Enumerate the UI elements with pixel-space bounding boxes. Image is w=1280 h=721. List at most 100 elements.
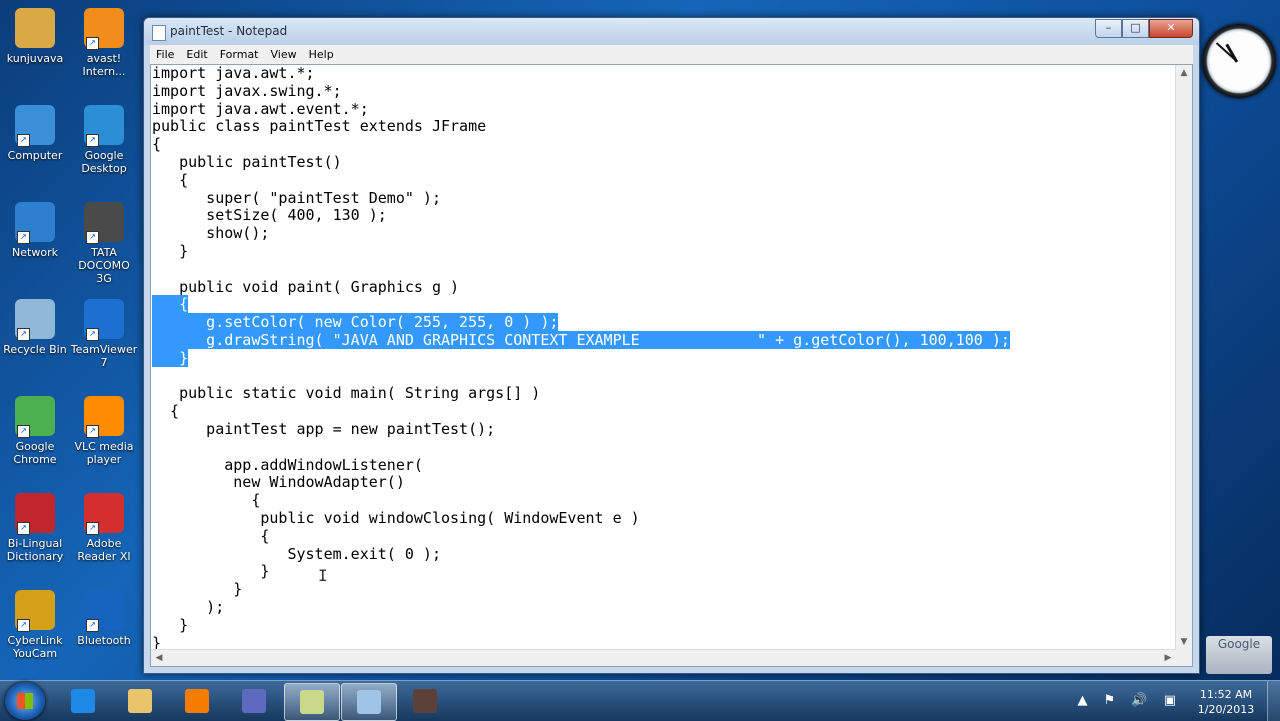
internet-explorer-icon	[71, 689, 95, 713]
app-icon: ↗	[84, 8, 124, 50]
desktop-icon-label: VLC media player	[74, 440, 134, 466]
menu-format[interactable]: Format	[214, 48, 265, 61]
maximize-button[interactable]: □	[1122, 19, 1149, 38]
desktop-icon-adobe-reader-xi[interactable]: ↗ Adobe Reader XI	[69, 493, 139, 563]
code-line: }	[152, 580, 1010, 599]
media-player-icon	[185, 689, 209, 713]
code-line: setSize( 400, 130 );	[152, 206, 1010, 225]
menu-file[interactable]: File	[150, 48, 180, 61]
app-icon: ↗	[84, 493, 124, 535]
code-text[interactable]: import java.awt.*; import javax.swing.*; i…	[152, 65, 1010, 652]
notes-icon	[300, 690, 324, 714]
desktop-icon-label: kunjuvava	[6, 52, 64, 65]
line-text: super( "paintTest Demo" );	[152, 188, 441, 207]
taskbar-internet-explorer-button[interactable]	[56, 683, 110, 719]
code-line: show();	[152, 224, 1010, 243]
menu-view[interactable]: View	[265, 48, 303, 61]
code-line: );	[152, 598, 1010, 617]
code-line: g.setColor( new Color( 255, 255, 0 ) );	[152, 313, 1010, 332]
horizontal-scrollbar[interactable]: ◀ ▶	[151, 649, 1176, 666]
tray-icons[interactable]: ▲ ⚑ 🔊 ▣	[1077, 693, 1182, 708]
app-icon: ↗	[84, 202, 124, 244]
line-text: }	[152, 241, 189, 260]
code-line: {	[152, 402, 1010, 421]
code-line: import javax.swing.*;	[152, 81, 1010, 101]
desktop-icon-bi-lingual-dictionary[interactable]: ↗ Bi-Lingual Dictionary	[0, 493, 70, 563]
desktop-icon-recycle-bin[interactable]: ↗ Recycle Bin	[0, 299, 70, 356]
notepad-window: paintTest - Notepad – □ ✕ File Edit Form…	[143, 17, 1200, 674]
text-cursor-icon: I	[318, 566, 328, 585]
desktop-icon-tata-docomo-3g[interactable]: ↗ TATA DOCOMO 3G	[69, 202, 139, 285]
code-line: {	[152, 295, 1010, 314]
code-line: {	[152, 491, 1010, 510]
app-infinity-icon	[242, 689, 266, 713]
desktop-icon-label: Google Desktop	[81, 149, 127, 175]
scroll-down-icon[interactable]: ▼	[1176, 634, 1192, 650]
title-bar[interactable]: paintTest - Notepad – □ ✕	[144, 18, 1199, 45]
shortcut-arrow-icon: ↗	[86, 522, 99, 535]
code-line: app.addWindowListener(	[152, 455, 1010, 475]
notepad-icon	[357, 690, 381, 714]
desktop-icon-google-desktop[interactable]: ↗ Google Desktop	[69, 105, 139, 175]
desktop-icon-label: Network	[12, 246, 58, 259]
clock-gadget[interactable]	[1202, 24, 1276, 98]
scroll-right-icon[interactable]: ▶	[1160, 650, 1176, 666]
desktop-icon-label: Google Chrome	[13, 440, 57, 466]
desktop-icon-avast-intern[interactable]: ↗ avast! Intern...	[69, 8, 139, 78]
vertical-scrollbar[interactable]: ▲ ▼	[1175, 65, 1192, 650]
line-text: public paintTest()	[152, 152, 342, 171]
desktop-icon-bluetooth[interactable]: ↗ Bluetooth	[69, 590, 139, 647]
minimize-button[interactable]: –	[1095, 19, 1122, 38]
close-button[interactable]: ✕	[1149, 19, 1193, 38]
taskbar-media-player-button[interactable]	[170, 683, 224, 719]
scroll-up-icon[interactable]: ▲	[1176, 65, 1192, 81]
start-button[interactable]	[5, 682, 45, 720]
shortcut-arrow-icon: ↗	[86, 37, 99, 50]
taskbar-notes-button[interactable]	[284, 683, 340, 721]
code-line: import java.awt.*;	[152, 65, 1010, 83]
scroll-left-icon[interactable]: ◀	[151, 650, 167, 666]
app-icon: ↗	[15, 590, 55, 632]
selected-text: g.drawString( "JAVA AND GRAPHICS CONTEXT…	[152, 330, 1010, 349]
clock-display[interactable]: 11:52 AM 1/20/2013	[1196, 687, 1256, 717]
shortcut-arrow-icon: ↗	[17, 134, 30, 147]
desktop-icon-google-chrome[interactable]: ↗ Google Chrome	[0, 396, 70, 466]
shortcut-arrow-icon: ↗	[86, 425, 99, 438]
code-line: {	[152, 170, 1010, 190]
menu-edit[interactable]: Edit	[180, 48, 213, 61]
desktop-icon-network[interactable]: ↗ Network	[0, 202, 70, 259]
desktop-icon-computer[interactable]: ↗ Computer	[0, 105, 70, 162]
line-text: public class paintTest extends JFrame	[152, 117, 487, 136]
line-text: {	[152, 491, 261, 510]
desktop-icon-label: Recycle Bin	[3, 343, 67, 356]
line-text: import java.awt.event.*;	[152, 99, 369, 118]
desktop-icon-teamviewer-7[interactable]: ↗ TeamViewer 7	[69, 299, 139, 369]
selected-text: g.setColor( new Color( 255, 255, 0 ) );	[152, 313, 559, 332]
shortcut-arrow-icon: ↗	[86, 231, 99, 244]
taskbar-video-camera-button[interactable]	[398, 683, 452, 719]
app-icon: ↗	[15, 105, 55, 147]
shortcut-arrow-icon: ↗	[17, 328, 30, 341]
video-camera-icon	[413, 689, 437, 713]
resize-grip[interactable]	[1176, 650, 1192, 666]
show-desktop-button[interactable]	[1267, 681, 1280, 721]
line-text: app.addWindowListener(	[152, 455, 423, 474]
desktop-icon-vlc-media-player[interactable]: ↗ VLC media player	[69, 396, 139, 466]
google-gadget[interactable]: Google	[1206, 636, 1272, 674]
app-icon: ↗	[15, 202, 55, 244]
taskbar-notepad-button[interactable]	[341, 683, 397, 721]
shortcut-arrow-icon: ↗	[86, 328, 99, 341]
code-line: }	[152, 562, 1010, 581]
line-text: import javax.swing.*;	[152, 81, 342, 100]
taskbar-app-infinity-button[interactable]	[227, 683, 281, 719]
line-text: }	[152, 580, 243, 599]
code-line: public class paintTest extends JFrame	[152, 117, 1010, 136]
menu-help[interactable]: Help	[303, 48, 340, 61]
desktop-icon-kunjuvava[interactable]: kunjuvava	[0, 8, 70, 65]
line-text: {	[152, 170, 189, 189]
taskbar-file-explorer-button[interactable]	[113, 683, 167, 719]
desktop-icon-cyberlink-youcam[interactable]: ↗ CyberLink YouCam	[0, 590, 70, 660]
text-editor[interactable]: import java.awt.*; import javax.swing.*; i…	[150, 64, 1193, 667]
